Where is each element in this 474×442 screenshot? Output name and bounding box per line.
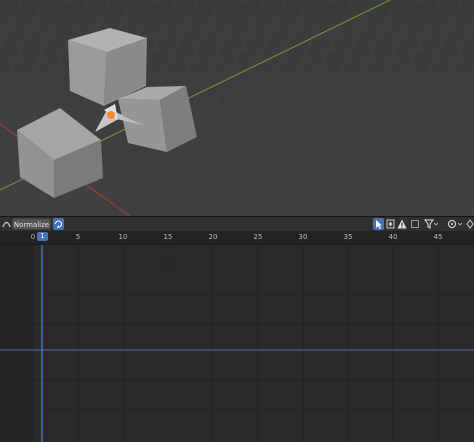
3d-viewport[interactable] (0, 0, 474, 216)
graph-editor-icon[interactable] (2, 218, 11, 230)
pivot-icon[interactable] (446, 218, 462, 230)
warning-icon[interactable] (397, 218, 407, 230)
frame-tick: 20 (208, 233, 218, 241)
frame-tick: 0 (30, 233, 36, 241)
current-frame-indicator[interactable]: 1 (37, 232, 48, 241)
origin-point-icon (107, 111, 115, 119)
cube-right[interactable] (118, 86, 197, 152)
frame-tick: 45 (433, 233, 443, 241)
filter-funnel-icon[interactable] (424, 218, 438, 230)
frame-tick: 5 (75, 233, 81, 241)
frame-tick: 25 (253, 233, 263, 241)
refresh-icon[interactable] (53, 218, 64, 230)
frame-ruler[interactable]: 0 5 10 15 20 25 30 35 40 45 (0, 231, 474, 245)
normalize-button[interactable]: Normalize (12, 218, 51, 230)
frame-tick: 15 (163, 233, 173, 241)
graph-area[interactable] (0, 245, 474, 442)
frame-tick: 30 (298, 233, 308, 241)
graph-editor-header: Normalize (0, 217, 474, 231)
graph-grid (0, 245, 474, 442)
box-icon[interactable] (410, 218, 420, 230)
frame-tick: 40 (388, 233, 398, 241)
frame-tick: 35 (343, 233, 353, 241)
extra-menu-icon[interactable] (466, 218, 474, 230)
frame-tick: 10 (118, 233, 128, 241)
keyframe-select-icon[interactable] (385, 218, 396, 230)
cursor-select-icon[interactable] (373, 218, 384, 230)
viewport-canvas (0, 0, 474, 216)
